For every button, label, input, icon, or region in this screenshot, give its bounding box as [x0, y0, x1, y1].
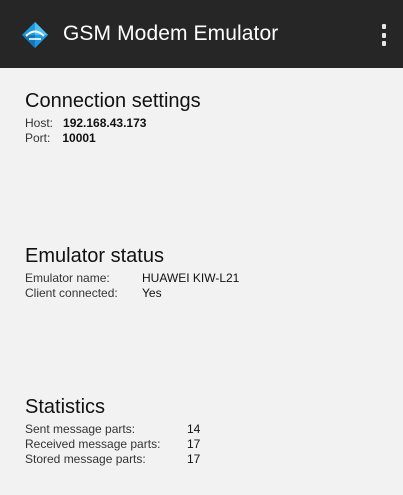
- diamond-logo-icon: [22, 22, 48, 48]
- sent-parts-label: Sent message parts:: [25, 422, 136, 436]
- host-label: Host:: [25, 116, 54, 130]
- emulator-name-label: Emulator name:: [25, 271, 110, 285]
- stored-parts-label: Stored message parts:: [25, 452, 146, 466]
- client-connected-row: Client connected: Yes: [25, 286, 239, 301]
- host-value: 192.168.43.173: [63, 116, 147, 130]
- sent-parts-value: 14: [187, 422, 201, 436]
- client-connected-value: Yes: [142, 286, 162, 300]
- sent-parts-row: Sent message parts: 14: [25, 422, 200, 437]
- statistics-title: Statistics: [25, 396, 106, 418]
- overflow-menu-button[interactable]: [375, 22, 393, 48]
- app-title: GSM Modem Emulator: [63, 22, 279, 45]
- stored-parts-value: 17: [187, 452, 201, 466]
- port-label: Port:: [25, 131, 51, 145]
- emulator-name-value: HUAWEI KIW-L21: [142, 271, 240, 285]
- emulator-status-title: Emulator status: [25, 245, 164, 267]
- received-parts-value: 17: [187, 437, 201, 451]
- connection-settings-section: Connection settings Host: 192.168.43.173…: [25, 90, 201, 146]
- port-value: 10001: [62, 131, 96, 145]
- statistics-section: Statistics Sent message parts: 14 Receiv…: [25, 396, 200, 467]
- port-row: Port: 10001: [25, 131, 201, 146]
- app-bar: GSM Modem Emulator: [0, 0, 403, 68]
- received-parts-label: Received message parts:: [25, 437, 161, 451]
- stored-parts-row: Stored message parts: 17: [25, 452, 200, 467]
- host-row: Host: 192.168.43.173: [25, 116, 201, 131]
- received-parts-row: Received message parts: 17: [25, 437, 200, 452]
- emulator-name-row: Emulator name: HUAWEI KIW-L21: [25, 271, 239, 286]
- connection-settings-title: Connection settings: [25, 90, 201, 112]
- overflow-menu-icon-dot: [382, 32, 386, 38]
- overflow-menu-icon: [382, 24, 386, 29]
- client-connected-label: Client connected:: [25, 286, 118, 300]
- emulator-status-section: Emulator status Emulator name: HUAWEI KI…: [25, 245, 239, 301]
- overflow-menu-icon-dot: [382, 41, 386, 46]
